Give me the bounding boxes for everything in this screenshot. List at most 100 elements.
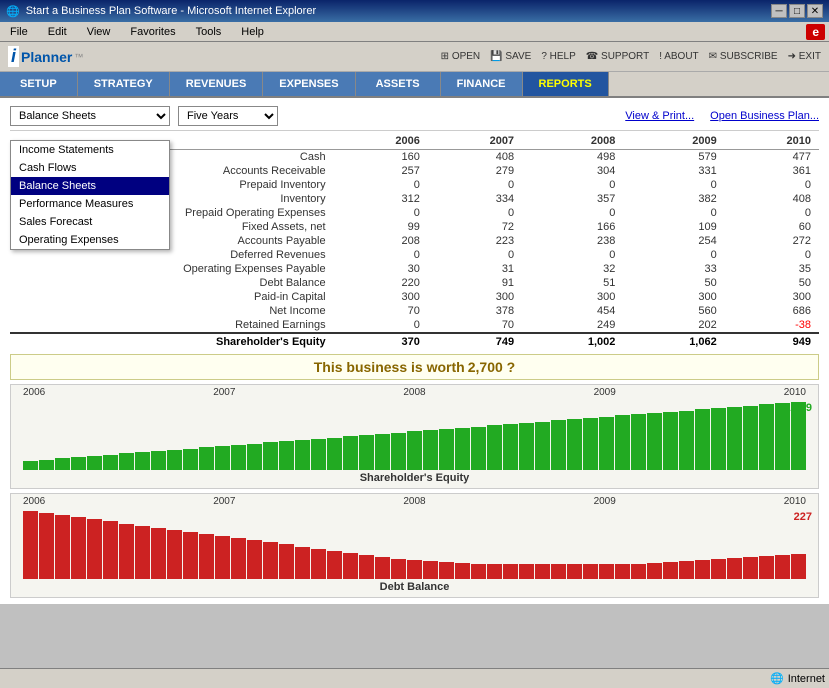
close-button[interactable]: ✕ <box>807 4 823 18</box>
row-value: 223 <box>428 234 522 248</box>
year-col-2009: 2009 <box>623 133 724 150</box>
row-value: 257 <box>334 164 428 178</box>
main-nav: SETUP STRATEGY REVENUES EXPENSES ASSETS … <box>0 72 829 98</box>
chart-bar <box>439 562 454 579</box>
total-value: 1,062 <box>623 333 724 350</box>
row-value: 477 <box>725 150 819 165</box>
chart-bar <box>135 526 150 579</box>
tab-finance[interactable]: FINANCE <box>441 72 523 96</box>
chart-bar <box>23 461 38 470</box>
row-value: 72 <box>428 220 522 234</box>
view-print-link[interactable]: View & Print... <box>625 110 694 122</box>
chart-bar <box>183 449 198 470</box>
row-value: 50 <box>623 276 724 290</box>
exit-button[interactable]: ➜ EXIT <box>788 51 821 62</box>
row-value: 32 <box>522 262 623 276</box>
menu-file[interactable]: File <box>4 24 34 40</box>
tab-revenues[interactable]: REVENUES <box>170 72 264 96</box>
chart-bar <box>167 450 182 470</box>
chart-bar <box>631 414 646 470</box>
shareholders-equity-chart: 2006 2007 2008 2009 2010 1,389 Sharehold… <box>10 384 819 489</box>
period-dropdown[interactable]: Five Years Annual Monthly <box>178 106 278 126</box>
dropdown-sales[interactable]: Sales Forecast <box>11 213 169 231</box>
chart-bar <box>295 440 310 470</box>
year-col-2008: 2008 <box>522 133 623 150</box>
menu-help[interactable]: Help <box>235 24 270 40</box>
row-value: 91 <box>428 276 522 290</box>
total-value: 1,002 <box>522 333 623 350</box>
chart-bar <box>647 563 662 579</box>
chart-bar <box>71 517 86 579</box>
table-row: Deferred Revenues00000 <box>10 248 819 262</box>
chart-bar <box>631 564 646 579</box>
row-label: Retained Earnings <box>10 318 334 333</box>
chart-bar <box>87 456 102 470</box>
chart-bar <box>327 438 342 470</box>
toolbar-links: View & Print... Open Business Plan... <box>625 110 819 122</box>
row-value: 249 <box>522 318 623 333</box>
chart1-bars-container: 1,389 <box>13 398 816 470</box>
row-value: 300 <box>623 290 724 304</box>
worth-label: This business is worth <box>314 359 465 375</box>
menu-bar: File Edit View Favorites Tools Help e <box>0 22 829 42</box>
row-value: 99 <box>334 220 428 234</box>
help-button[interactable]: ? HELP <box>541 51 575 62</box>
row-value: 0 <box>522 206 623 220</box>
menu-tools[interactable]: Tools <box>190 24 228 40</box>
chart-bar <box>535 564 550 579</box>
chart-bar <box>103 455 118 470</box>
internet-icon: 🌐 <box>770 672 784 685</box>
row-value: 160 <box>334 150 428 165</box>
chart-bar <box>599 417 614 470</box>
row-value: 35 <box>725 262 819 276</box>
minimize-button[interactable]: ─ <box>771 4 787 18</box>
row-value: 50 <box>725 276 819 290</box>
total-label: Shareholder's Equity <box>10 333 334 350</box>
save-button[interactable]: 💾 SAVE <box>490 51 531 62</box>
support-button[interactable]: ☎ SUPPORT <box>586 51 649 62</box>
menu-view[interactable]: View <box>81 24 117 40</box>
row-value: 0 <box>334 206 428 220</box>
about-button[interactable]: ! ABOUT <box>659 51 698 62</box>
subscribe-button[interactable]: ✉ SUBSCRIBE <box>709 51 778 62</box>
tab-expenses[interactable]: EXPENSES <box>263 72 355 96</box>
row-value: 31 <box>428 262 522 276</box>
row-value: 51 <box>522 276 623 290</box>
maximize-button[interactable]: □ <box>789 4 805 18</box>
row-value: 0 <box>428 248 522 262</box>
row-label: Deferred Revenues <box>10 248 334 262</box>
menu-edit[interactable]: Edit <box>42 24 73 40</box>
dropdown-cashflows[interactable]: Cash Flows <box>11 159 169 177</box>
tab-strategy[interactable]: STRATEGY <box>78 72 170 96</box>
app-logo: i Planner ™ <box>8 46 83 67</box>
chart-bar <box>23 511 38 579</box>
chart-bar <box>759 404 774 470</box>
tab-setup[interactable]: SETUP <box>0 72 78 96</box>
open-button[interactable]: ⊞ OPEN <box>441 51 481 62</box>
dropdown-operating[interactable]: Operating Expenses <box>11 231 169 249</box>
row-value: 0 <box>725 178 819 192</box>
chart-bar <box>407 431 422 470</box>
open-business-link[interactable]: Open Business Plan... <box>710 110 819 122</box>
tab-assets[interactable]: ASSETS <box>356 72 441 96</box>
menu-favorites[interactable]: Favorites <box>124 24 181 40</box>
chart-bar <box>567 564 582 579</box>
chart-bar <box>167 530 182 579</box>
tab-reports[interactable]: REPORTS <box>523 72 609 96</box>
chart-bar <box>151 528 166 579</box>
dropdown-balance[interactable]: Balance Sheets <box>11 177 169 195</box>
chart-bar <box>471 427 486 470</box>
row-value: 272 <box>725 234 819 248</box>
chart-bar <box>279 544 294 579</box>
row-value: 0 <box>428 178 522 192</box>
chart-bar <box>215 536 230 579</box>
report-type-dropdown[interactable]: Income Statements Cash Flows Balance She… <box>10 106 170 126</box>
chart-bar <box>567 419 582 470</box>
row-value: 357 <box>522 192 623 206</box>
worth-value: 2,700 <box>468 359 507 375</box>
worth-section: This business is worth 2,700 ? <box>10 354 819 380</box>
row-value: 60 <box>725 220 819 234</box>
dropdown-performance[interactable]: Performance Measures <box>11 195 169 213</box>
chart-bar <box>55 458 70 470</box>
dropdown-income[interactable]: Income Statements <box>11 141 169 159</box>
